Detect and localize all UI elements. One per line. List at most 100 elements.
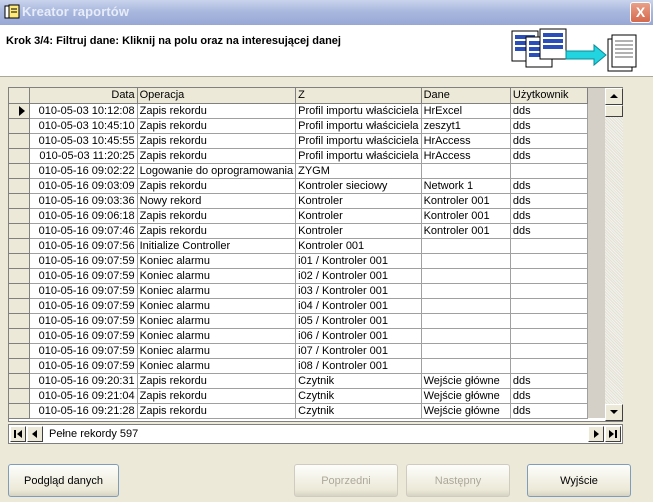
cell-dane[interactable] <box>421 268 511 284</box>
cell-uzytkownik[interactable] <box>510 253 588 269</box>
cell-data[interactable]: 010-05-16 09:07:59 <box>29 328 138 344</box>
cell-dane[interactable] <box>421 163 511 179</box>
table-row[interactable]: 010-05-16 09:07:59 Koniec alarmu i03 / Kon… <box>9 283 605 299</box>
table-row[interactable]: 010-05-16 09:07:59 Koniec alarmu i04 / Kon… <box>9 298 605 314</box>
table-row[interactable]: 010-05-16 09:02:22 Logowanie do oprogramo… <box>9 163 605 179</box>
cell-dane[interactable] <box>421 358 511 374</box>
cell-operacja[interactable]: Zapis rekordu <box>137 373 297 389</box>
cell-uzytkownik[interactable]: dds <box>510 388 588 404</box>
cell-dane[interactable]: Kontroler 001 <box>421 223 511 239</box>
table-row[interactable]: 010-05-16 09:21:04 Zapis rekordu Czytnik We… <box>9 388 605 404</box>
cell-uzytkownik[interactable] <box>510 298 588 314</box>
cell-operacja[interactable]: Zapis rekordu <box>137 178 297 194</box>
cell-data[interactable]: 010-05-03 10:45:55 <box>29 133 138 149</box>
cell-operacja[interactable]: Koniec alarmu <box>137 343 297 359</box>
cell-z[interactable]: Profil importu właściciela <box>295 103 422 119</box>
cell-z[interactable]: Kontroler <box>295 208 422 224</box>
column-header-operacja[interactable]: Operacja <box>137 88 297 104</box>
cell-data[interactable]: 010-05-03 11:20:25 <box>29 148 138 164</box>
table-row[interactable]: 010-05-03 10:12:08 Zapis rekordu Profil im… <box>9 103 605 119</box>
row-indicator[interactable] <box>9 328 30 344</box>
scroll-thumb[interactable] <box>605 105 623 117</box>
cell-z[interactable]: Czytnik <box>295 373 422 389</box>
cell-operacja[interactable]: Zapis rekordu <box>137 148 297 164</box>
cell-dane[interactable]: HrExcel <box>421 103 511 119</box>
cell-data[interactable]: 010-05-16 09:07:59 <box>29 313 138 329</box>
cell-dane[interactable]: Wejście główne <box>421 403 511 419</box>
cell-operacja[interactable]: Logowanie do oprogramowania <box>137 163 297 179</box>
table-row[interactable]: 010-05-16 09:07:56 Initialize Controller K… <box>9 238 605 254</box>
cell-z[interactable]: i04 / Kontroler 001 <box>295 298 422 314</box>
cell-uzytkownik[interactable] <box>510 283 588 299</box>
row-indicator[interactable] <box>9 178 30 194</box>
preview-data-button[interactable]: Podgląd danych <box>8 464 119 497</box>
scroll-down-button[interactable] <box>605 404 623 421</box>
next-record-button[interactable] <box>588 426 604 442</box>
cell-data[interactable]: 010-05-16 09:02:22 <box>29 163 138 179</box>
row-indicator[interactable] <box>9 283 30 299</box>
cell-operacja[interactable]: Zapis rekordu <box>137 133 297 149</box>
table-row[interactable]: 010-05-16 09:20:31 Zapis rekordu Czytnik We… <box>9 373 605 389</box>
cell-z[interactable]: i07 / Kontroler 001 <box>295 343 422 359</box>
row-indicator[interactable] <box>9 388 30 404</box>
cell-operacja[interactable]: Zapis rekordu <box>137 223 297 239</box>
cell-data[interactable]: 010-05-16 09:07:59 <box>29 283 138 299</box>
row-indicator[interactable] <box>9 253 30 269</box>
cell-z[interactable]: Profil importu właściciela <box>295 133 422 149</box>
cell-data[interactable]: 010-05-03 10:12:08 <box>29 103 138 119</box>
row-indicator[interactable] <box>9 223 30 239</box>
cell-z[interactable]: i06 / Kontroler 001 <box>295 328 422 344</box>
cell-data[interactable]: 010-05-16 09:07:59 <box>29 298 138 314</box>
cell-uzytkownik[interactable] <box>510 163 588 179</box>
cell-dane[interactable]: Wejście główne <box>421 388 511 404</box>
cell-data[interactable]: 010-05-16 09:07:46 <box>29 223 138 239</box>
cell-uzytkownik[interactable]: dds <box>510 148 588 164</box>
cell-data[interactable]: 010-05-16 09:06:18 <box>29 208 138 224</box>
column-header-dane[interactable]: Dane <box>421 88 511 104</box>
exit-button[interactable]: Wyjście <box>527 464 631 497</box>
first-record-button[interactable] <box>10 426 26 442</box>
row-indicator[interactable] <box>9 148 30 164</box>
cell-dane[interactable]: Wejście główne <box>421 373 511 389</box>
cell-z[interactable]: i02 / Kontroler 001 <box>295 268 422 284</box>
cell-z[interactable]: Kontroler sieciowy <box>295 178 422 194</box>
cell-operacja[interactable]: Koniec alarmu <box>137 283 297 299</box>
cell-z[interactable]: i01 / Kontroler 001 <box>295 253 422 269</box>
cell-dane[interactable] <box>421 313 511 329</box>
cell-dane[interactable]: zeszyt1 <box>421 118 511 134</box>
cell-uzytkownik[interactable]: dds <box>510 373 588 389</box>
row-indicator[interactable] <box>9 268 30 284</box>
cell-z[interactable]: Profil importu właściciela <box>295 148 422 164</box>
cell-operacja[interactable]: Zapis rekordu <box>137 403 297 419</box>
cell-z[interactable]: Kontroler <box>295 193 422 209</box>
cell-z[interactable]: i08 / Kontroler 001 <box>295 358 422 374</box>
cell-data[interactable]: 010-05-16 09:03:09 <box>29 178 138 194</box>
cell-uzytkownik[interactable]: dds <box>510 133 588 149</box>
table-row[interactable]: 010-05-03 10:45:10 Zapis rekordu Profil im… <box>9 118 605 134</box>
cell-data[interactable]: 010-05-16 09:07:59 <box>29 358 138 374</box>
cell-operacja[interactable]: Koniec alarmu <box>137 253 297 269</box>
cell-dane[interactable] <box>421 253 511 269</box>
cell-operacja[interactable]: Koniec alarmu <box>137 358 297 374</box>
cell-uzytkownik[interactable] <box>510 313 588 329</box>
cell-z[interactable]: Czytnik <box>295 388 422 404</box>
table-row[interactable]: 010-05-03 10:45:55 Zapis rekordu Profil im… <box>9 133 605 149</box>
cell-dane[interactable]: Kontroler 001 <box>421 208 511 224</box>
cell-data[interactable]: 010-05-16 09:21:04 <box>29 388 138 404</box>
last-record-button[interactable] <box>605 426 621 442</box>
table-row[interactable]: 010-05-16 09:03:36 Nowy rekord Kontroler Ko… <box>9 193 605 209</box>
column-header-data[interactable]: Data <box>29 88 138 104</box>
row-indicator[interactable] <box>9 298 30 314</box>
row-indicator[interactable] <box>9 208 30 224</box>
cell-operacja[interactable]: Koniec alarmu <box>137 328 297 344</box>
row-indicator[interactable] <box>9 238 30 254</box>
cell-z[interactable]: Czytnik <box>295 403 422 419</box>
row-indicator[interactable] <box>9 373 30 389</box>
column-header-z[interactable]: Z <box>295 88 422 104</box>
cell-uzytkownik[interactable]: dds <box>510 118 588 134</box>
cell-operacja[interactable]: Koniec alarmu <box>137 298 297 314</box>
cell-uzytkownik[interactable] <box>510 238 588 254</box>
cell-operacja[interactable]: Nowy rekord <box>137 193 297 209</box>
row-indicator[interactable] <box>9 163 30 179</box>
vertical-scrollbar[interactable] <box>605 88 623 421</box>
